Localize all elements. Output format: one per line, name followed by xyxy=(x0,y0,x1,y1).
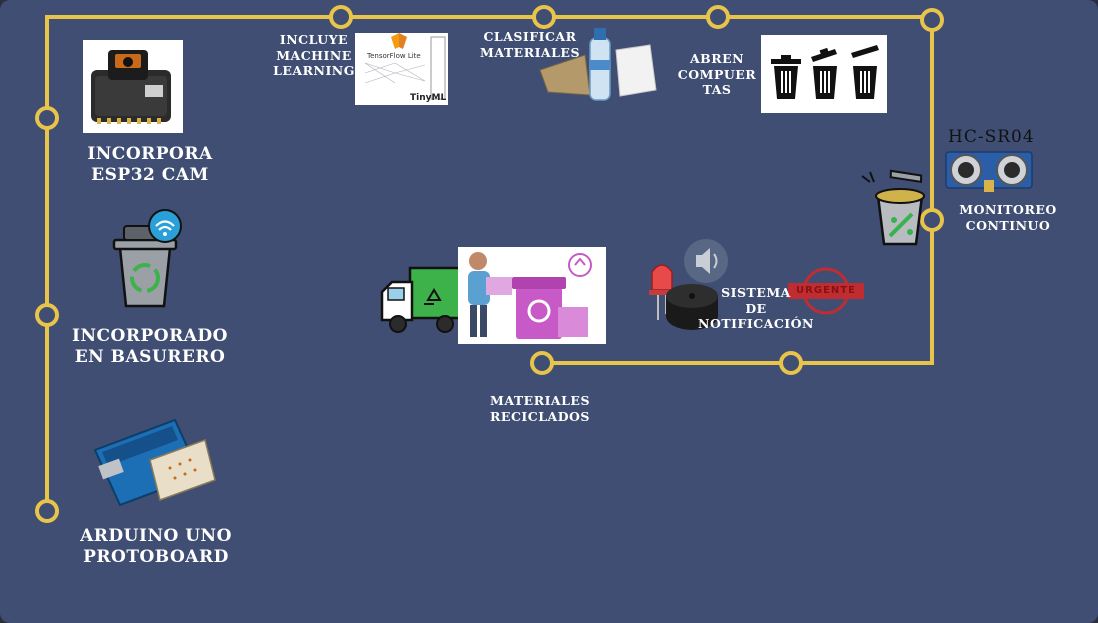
trash-cans-icon xyxy=(761,35,887,113)
tensorflow-tinyml-icon: TensorFlow Lite TinyML xyxy=(355,33,448,105)
node-reciclados xyxy=(530,351,554,375)
node-arduino xyxy=(35,499,59,523)
label-monitoreo: MONITOREO CONTINUO xyxy=(959,202,1057,233)
tinyml-badge: TinyML xyxy=(410,93,447,103)
recycling-illustration-icon xyxy=(458,247,606,344)
label-basurero: INCORPORADO EN BASURERO xyxy=(72,326,228,368)
esp32-cam-board-icon xyxy=(91,50,171,124)
esp32-cam-panel xyxy=(83,40,183,133)
label-ml: INCLUYE MACHINE LEARNING xyxy=(273,32,355,79)
label-esp32: INCORPORA ESP32 CAM xyxy=(87,144,213,186)
node-ml xyxy=(329,5,353,29)
flow-diagram: INCORPORA ESP32 CAM INCORPORADO EN BASURER… xyxy=(0,0,1098,623)
label-sensor: HC-SR04 xyxy=(948,127,1035,147)
node-notificacion xyxy=(779,351,803,375)
label-abren: ABREN COMPUER TAS xyxy=(677,51,757,98)
node-esp32 xyxy=(35,106,59,130)
recycling-illustration xyxy=(468,252,592,339)
node-clasificar xyxy=(532,5,556,29)
node-monitoreo xyxy=(920,208,944,232)
label-arduino: ARDUINO UNO PROTOBOARD xyxy=(80,526,232,568)
node-abren xyxy=(706,5,730,29)
label-notificacion: SISTEMA DE NOTIFICACIÓN xyxy=(698,285,814,332)
node-basurero xyxy=(35,303,59,327)
label-reciclados: MATERIALES RECICLADOS xyxy=(490,393,590,424)
label-clasificar: CLASIFICAR MATERIALES xyxy=(480,29,580,60)
node-corner xyxy=(920,8,944,32)
tf-badge: TensorFlow Lite xyxy=(367,52,421,60)
trash-cans-glyphs xyxy=(771,45,879,99)
